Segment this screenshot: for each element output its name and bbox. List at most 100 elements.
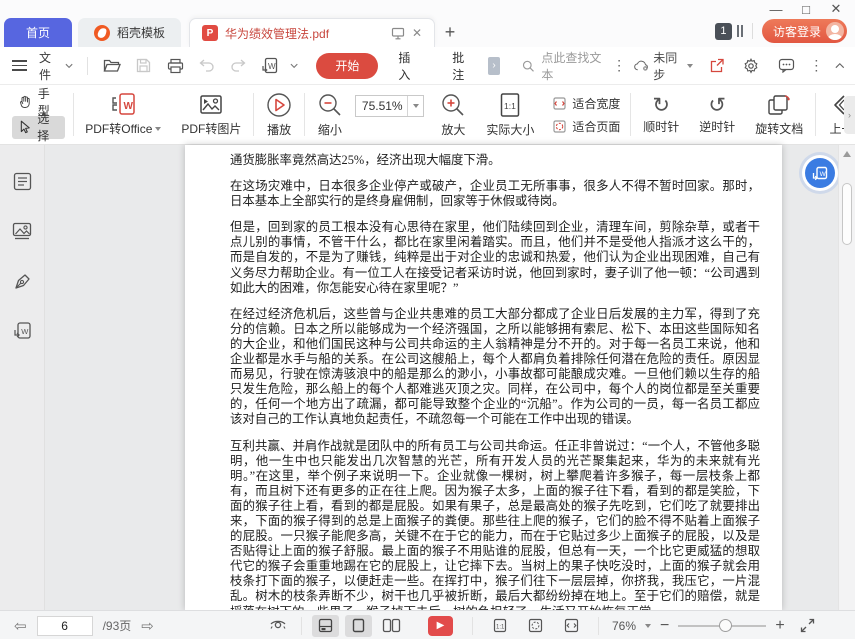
redo-icon[interactable] [227,53,251,79]
zoom-plus-icon[interactable]: + [775,617,784,635]
fit-width-label: 适合宽度 [572,96,621,111]
zoom-minus-icon[interactable]: − [660,617,669,635]
search-more-icon[interactable]: ⋮ [612,57,626,74]
feedback-comment-icon[interactable] [775,53,798,79]
tab-strip: 首页 稻壳模板 P 华为绩效管理法.pdf ✕ + [4,18,465,47]
ribbon-tab-insert[interactable]: 插入 [386,49,432,83]
split-view-icon[interactable] [312,614,339,637]
open-file-icon[interactable] [100,53,124,79]
toolbar-expand-icon[interactable]: › [844,96,855,134]
annotation-pen-icon[interactable] [10,269,34,293]
scrollbar-thumb[interactable] [842,183,852,245]
tab-docer-templates[interactable]: 稻壳模板 [78,18,182,47]
actual-size-button[interactable]: 1:1 实际大小 [476,85,544,144]
svg-text:W: W [268,62,276,71]
zoom-slider-knob[interactable] [718,619,732,632]
single-page-view-icon[interactable] [345,614,372,637]
rotate-clockwise-icon: ↻ [652,92,670,117]
status-zoom-value[interactable]: 76% [612,619,636,633]
avatar [826,22,844,40]
play-button[interactable]: 播放 [256,85,302,144]
rotate-document-button[interactable]: 旋转文档 [745,85,813,144]
fullscreen-icon[interactable] [794,615,821,637]
export-word-panel-icon[interactable]: W [10,319,34,343]
zoom-in-button[interactable]: 放大 [430,85,476,144]
vertical-scrollbar[interactable] [838,145,855,610]
ribbon-tabs-expand-icon[interactable]: › [488,56,501,75]
rotate-clockwise-label: 顺时针 [643,119,680,134]
thumbnails-panel-icon[interactable] [10,219,34,243]
tab-home[interactable]: 首页 [4,18,72,47]
actual-size-status-icon[interactable]: 1:1 [486,615,513,637]
maximize-icon[interactable]: □ [793,0,819,18]
pdf-page[interactable]: 通货膨胀率竟然高达25%，经济出现大幅度下滑。 在这场灾难中，日本很多企业停产或… [185,145,782,610]
tab-count-badge[interactable]: 1 [714,22,732,40]
presentation-mode-icon[interactable] [391,27,405,40]
paragraph: 但是，回到家的员工根本没有心思待在家里，他们陆续回到企业，清理车间，剪除杂草，或… [230,220,760,295]
scroll-up-icon[interactable] [843,151,851,157]
pdf-to-image-button[interactable]: PDF转图片 [171,85,251,144]
guest-login-label: 访客登录 [772,24,821,39]
zoom-combobox-caret [407,95,423,116]
rotate-counterclockwise-button[interactable]: ↺ 逆时针 [689,85,745,144]
more-options-icon[interactable]: ⋮ [809,57,823,74]
fit-page-label: 适合页面 [572,119,621,134]
pdf-to-image-label: PDF转图片 [181,121,242,136]
zoom-level-combobox[interactable]: 75.51% [354,94,425,117]
rotate-clockwise-button[interactable]: ↻ 顺时针 [633,85,689,144]
select-tool-label: 选择 [37,112,50,143]
ribbon-tab-comment[interactable]: 批注 [440,49,486,83]
slideshow-play-button[interactable]: ▶ [428,615,453,636]
next-page-icon[interactable]: ⇨ [141,617,154,635]
print-icon[interactable] [163,53,187,79]
new-tab-button[interactable]: + [435,18,465,47]
select-tool-button[interactable]: 选择 [12,112,65,143]
status-zoom-caret-icon[interactable] [645,623,652,628]
zoom-in-label: 放大 [441,122,466,137]
tab-document-active[interactable]: P 华为绩效管理法.pdf ✕ [189,18,436,47]
fit-page-status-icon[interactable] [522,615,549,637]
export-to-word-icon[interactable]: W [258,53,282,79]
outline-panel-icon[interactable] [10,169,34,193]
two-page-view-icon[interactable] [378,615,405,637]
menubar: 文件 W 开始 插入 批注 › 点此查找文本 ⋮ 未同步 ⋮ [0,47,855,85]
pdf-page-text: 通货膨胀率竟然高达25%，经济出现大幅度下滑。 在这场灾难中，日本很多企业停产或… [185,145,782,610]
fit-width-status-icon[interactable] [558,615,585,637]
play-label: 播放 [267,122,292,137]
sync-caret-icon [687,63,694,68]
save-icon[interactable] [131,53,155,79]
fit-width-button[interactable]: 适合宽度 [552,95,620,112]
page-number-input[interactable]: 6 [36,615,93,636]
guest-login-button[interactable]: 访客登录 [761,19,847,43]
share-icon[interactable] [705,53,728,79]
previous-page-icon[interactable]: ⇦ [14,617,27,635]
minimize-icon[interactable]: — [763,0,789,18]
paragraph: 通货膨胀率竟然高达25%，经济出现大幅度下滑。 [230,153,501,167]
document-viewport: W 通货膨胀率竟然高达25%，经济出现大幅度下滑。 在这场灾难中，日本很多企业停… [0,145,855,610]
pdf-to-word-floating-button[interactable]: W [805,158,835,188]
search-field[interactable]: 点此查找文本 ⋮ [522,49,626,83]
svg-text:1:1: 1:1 [504,101,516,111]
chevron-down-icon[interactable] [290,63,298,69]
tab-home-label: 首页 [25,26,50,40]
file-menu[interactable]: 文件 [37,49,75,83]
close-tab-icon[interactable]: ✕ [412,26,422,40]
pdf-to-office-button[interactable]: W PDF转Office [75,85,171,144]
ribbon-tab-start[interactable]: 开始 [316,52,379,79]
settings-gear-icon[interactable] [740,53,763,79]
collapse-toolbar-icon[interactable] [835,62,845,69]
left-sidebar: W [0,145,45,610]
undo-icon[interactable] [195,53,219,79]
zoom-slider[interactable] [678,619,767,632]
main-menu-icon[interactable] [10,58,29,73]
search-placeholder: 点此查找文本 [541,50,602,82]
zoom-in-icon [442,93,464,116]
eye-protect-mode-icon[interactable] [264,615,291,637]
zoom-out-button[interactable]: 缩小 [307,85,353,144]
tab-list-icon[interactable] [736,25,743,37]
fit-page-button[interactable]: 适合页面 [552,118,620,135]
pdf-to-word-icon: W [812,166,828,180]
sync-status[interactable]: 未同步 [634,49,694,83]
pdf-to-office-label: PDF转Office [85,122,153,136]
close-window-icon[interactable]: ✕ [823,0,849,18]
